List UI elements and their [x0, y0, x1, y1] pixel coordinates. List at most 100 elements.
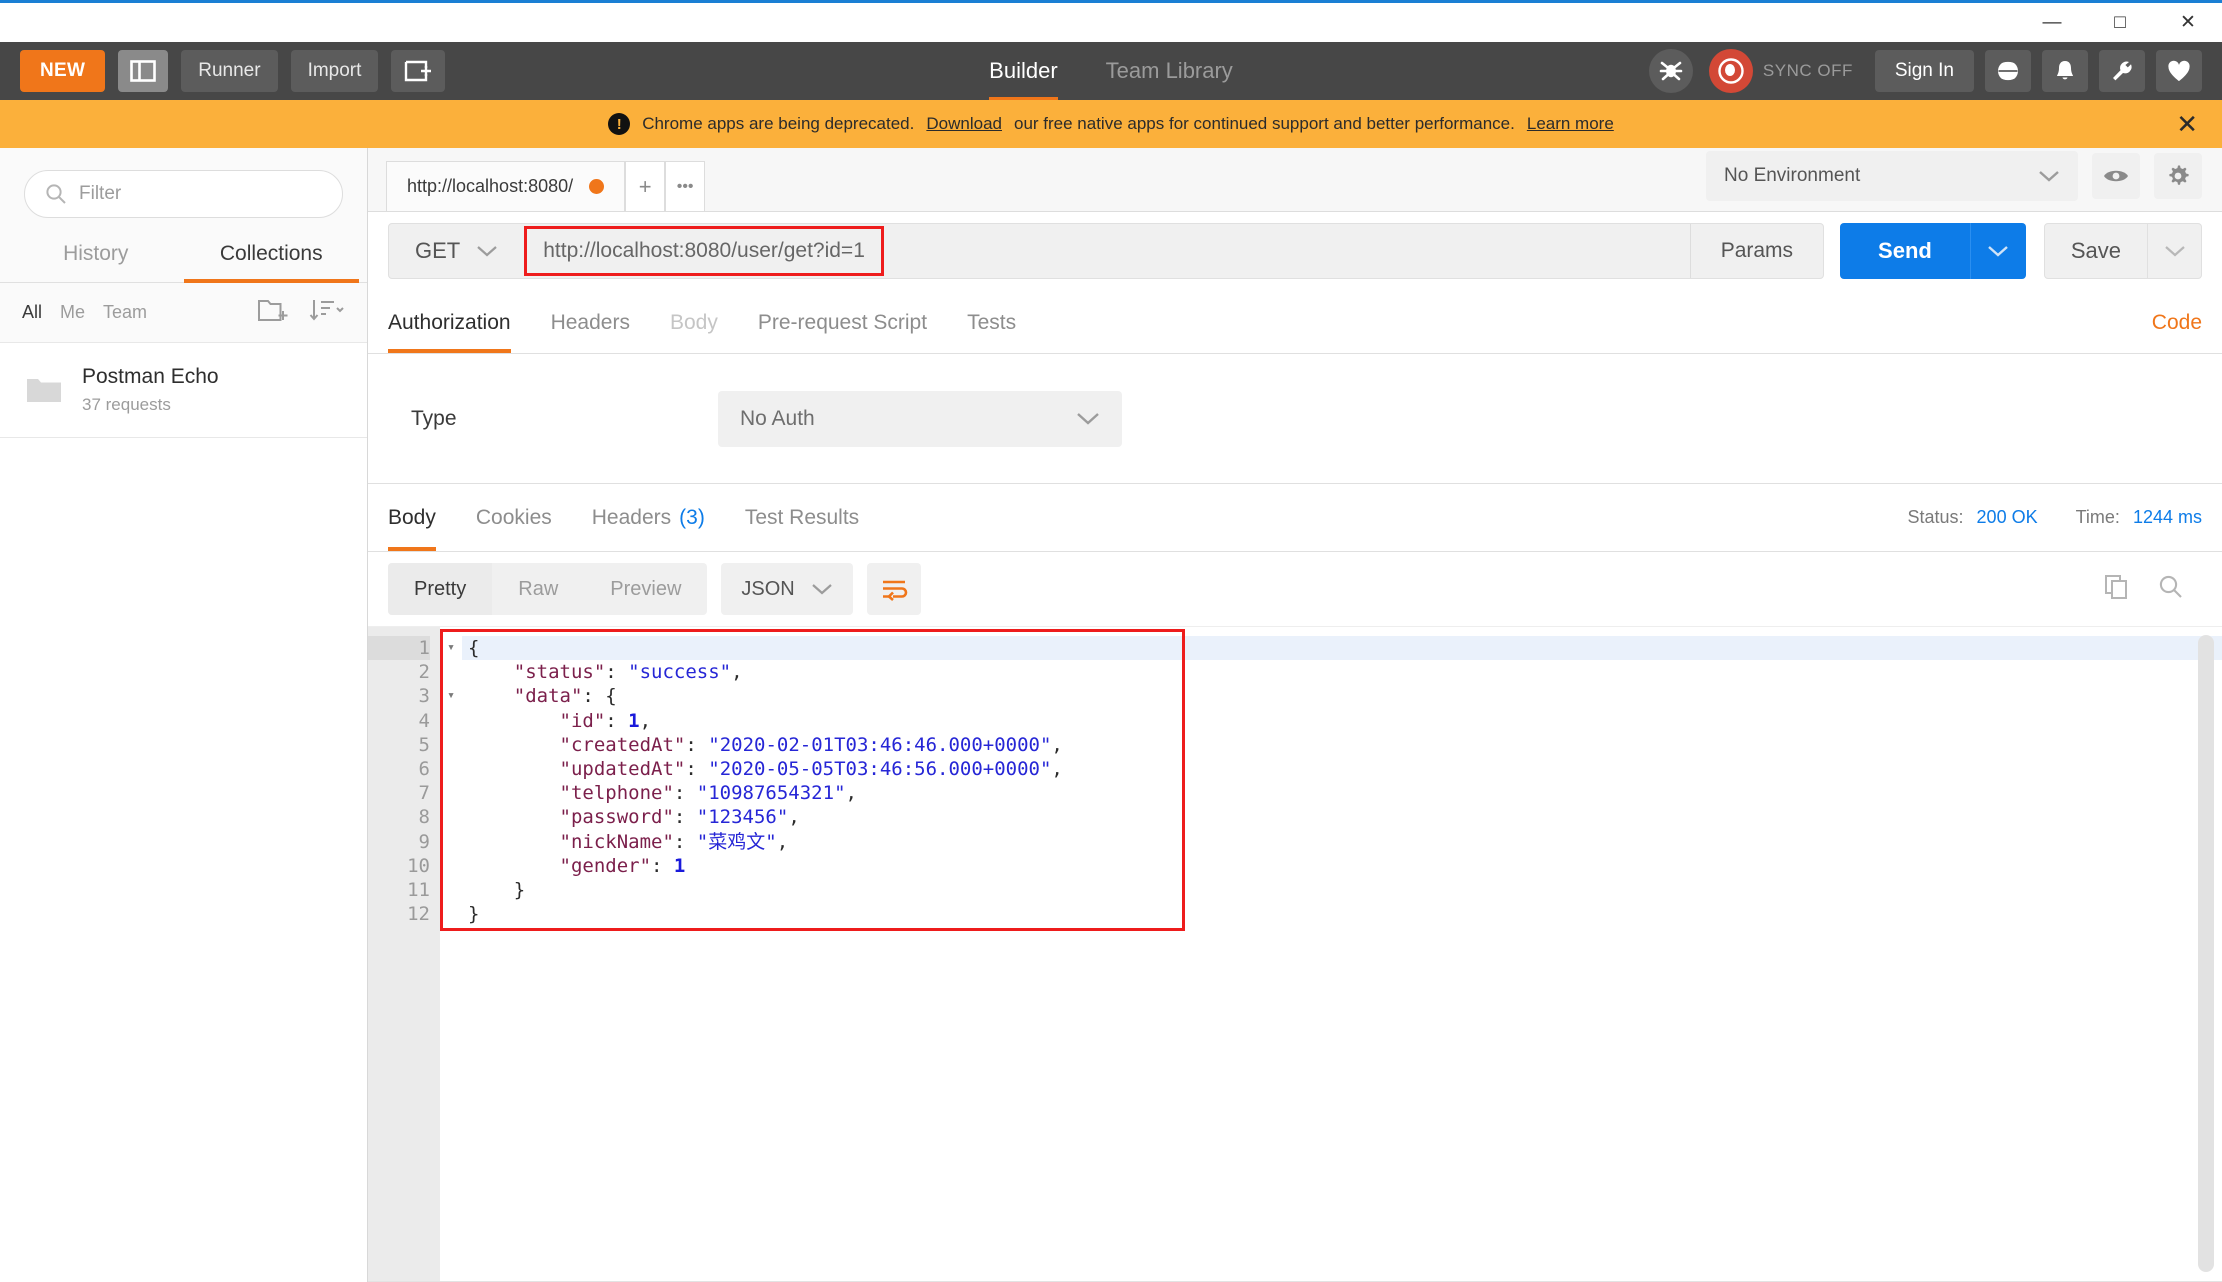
- fold-toggle-icon[interactable]: ▾: [440, 684, 462, 708]
- tab-authorization[interactable]: Authorization: [388, 292, 511, 353]
- environment-settings-button[interactable]: [2154, 153, 2202, 199]
- code-token: "createdAt": [559, 733, 686, 756]
- code-line: }: [462, 902, 2222, 926]
- notifications-button[interactable]: [2042, 50, 2088, 92]
- code-line: "nickName": "菜鸡文",: [462, 830, 2222, 854]
- new-tab-button[interactable]: [391, 50, 446, 92]
- code-token: :: [685, 733, 709, 756]
- tab-pre-request-script[interactable]: Pre-request Script: [758, 292, 927, 353]
- response-tab-test-results[interactable]: Test Results: [745, 484, 859, 551]
- code-link[interactable]: Code: [2152, 311, 2202, 335]
- response-tabs: Body Cookies Headers (3) Test Results St…: [368, 484, 2222, 552]
- response-headers-count: (3): [679, 505, 705, 529]
- code-token: "password": [559, 806, 674, 829]
- response-tab-headers[interactable]: Headers (3): [592, 484, 705, 551]
- code-token: "2020-02-01T03:46:46.000+0000": [708, 733, 1052, 756]
- banner-learn-more-link[interactable]: Learn more: [1527, 114, 1614, 134]
- sidebar-tab-collections[interactable]: Collections: [183, 230, 360, 283]
- url-group: GET http://localhost:8080/user/get?id=1 …: [388, 223, 1825, 279]
- response-scrollbar[interactable]: [2198, 635, 2214, 1272]
- scope-filter-me[interactable]: Me: [60, 302, 85, 323]
- bug-button[interactable]: [1648, 49, 1693, 93]
- environment-select[interactable]: No Environment: [1706, 151, 2078, 201]
- line-number: 1: [368, 636, 430, 661]
- code-token: }: [468, 903, 480, 926]
- save-button-group: Save: [2043, 223, 2202, 279]
- code-token: :: [673, 782, 697, 805]
- scope-filter-all[interactable]: All: [22, 302, 42, 323]
- save-options-button[interactable]: [2148, 223, 2202, 279]
- sync-status[interactable]: SYNC OFF: [1708, 49, 1853, 93]
- response-format-row: Pretty Raw Preview JSON: [368, 552, 2222, 626]
- line-number: 2: [418, 661, 430, 684]
- response-format-select[interactable]: JSON: [721, 563, 853, 615]
- view-mode-raw[interactable]: Raw: [492, 563, 584, 615]
- code-fold-column[interactable]: ▾ ▾: [440, 627, 462, 1282]
- new-folder-button[interactable]: [257, 297, 291, 328]
- window-close-button[interactable]: ✕: [2154, 3, 2222, 42]
- response-tab-cookies[interactable]: Cookies: [476, 484, 552, 551]
- params-button[interactable]: Params: [1689, 224, 1823, 278]
- list-item[interactable]: Postman Echo 37 requests: [0, 343, 367, 438]
- chevron-down-icon: [1988, 246, 2009, 257]
- settings-wrench-button[interactable]: [2099, 50, 2145, 92]
- runner-button[interactable]: Runner: [181, 50, 278, 92]
- sort-button[interactable]: [309, 298, 345, 327]
- code-line: "gender": 1: [462, 854, 2222, 878]
- scope-filter-team[interactable]: Team: [103, 302, 147, 323]
- chevron-down-icon: [812, 584, 832, 595]
- sidebar-filter-wrap: Filter: [0, 148, 367, 230]
- send-button[interactable]: Send: [1840, 223, 1970, 279]
- view-mode-pretty[interactable]: Pretty: [388, 563, 493, 615]
- tab-tests[interactable]: Tests: [967, 292, 1016, 353]
- window-minimize-button[interactable]: —: [2018, 3, 2086, 42]
- code-line: "status": "success",: [462, 660, 2222, 684]
- window-maximize-button[interactable]: □: [2086, 3, 2154, 42]
- add-tab-button[interactable]: +: [625, 161, 666, 211]
- tab-options-button[interactable]: •••: [665, 161, 706, 211]
- send-options-button[interactable]: [1969, 223, 2026, 279]
- sidebar-toggle-button[interactable]: [118, 50, 169, 92]
- bell-icon: [2057, 61, 2073, 80]
- tab-body[interactable]: Body: [670, 292, 718, 353]
- status-key: Status:: [1907, 507, 1964, 527]
- favorites-button[interactable]: [2156, 50, 2202, 92]
- chevron-down-icon: [2164, 246, 2185, 257]
- request-tab[interactable]: http://localhost:8080/: [386, 161, 626, 211]
- globe-button[interactable]: [1985, 50, 2031, 92]
- tab-team-library[interactable]: Team Library: [1106, 42, 1233, 100]
- sidebar-tab-history[interactable]: History: [8, 230, 184, 282]
- response-tab-body[interactable]: Body: [388, 484, 436, 551]
- tab-headers[interactable]: Headers: [551, 292, 630, 353]
- code-token: ,: [788, 806, 800, 829]
- banner-download-link[interactable]: Download: [926, 114, 1002, 134]
- tab-builder[interactable]: Builder: [989, 42, 1059, 100]
- code-line: "id": 1,: [462, 709, 2222, 733]
- url-input[interactable]: http://localhost:8080/user/get?id=1: [524, 226, 884, 276]
- banner-close-button[interactable]: ✕: [2176, 111, 2198, 137]
- request-tab-strip: http://localhost:8080/ + ••• No Environm…: [368, 148, 2222, 212]
- status-badge: Status: 200 OK: [1908, 507, 2038, 528]
- code-token: "status": [513, 661, 606, 684]
- auth-type-select[interactable]: No Auth: [718, 390, 1122, 447]
- sign-in-button[interactable]: Sign In: [1874, 50, 1974, 92]
- word-wrap-button[interactable]: [866, 563, 921, 615]
- response-body-code[interactable]: { "status": "success", "data": { "id": 1…: [462, 627, 2222, 1282]
- copy-button[interactable]: [2104, 574, 2130, 605]
- filter-placeholder: Filter: [79, 183, 122, 204]
- view-mode-preview[interactable]: Preview: [584, 563, 707, 615]
- collection-meta: 37 requests: [82, 395, 171, 414]
- save-button[interactable]: Save: [2043, 223, 2148, 279]
- search-response-button[interactable]: [2158, 574, 2184, 605]
- bug-icon: [1659, 61, 1683, 81]
- code-token: "123456": [696, 806, 789, 829]
- import-button[interactable]: Import: [290, 50, 379, 92]
- method-select[interactable]: GET: [389, 224, 524, 278]
- new-button[interactable]: NEW: [20, 50, 106, 92]
- fold-toggle-icon[interactable]: ▾: [440, 636, 462, 660]
- environment-quick-look-button[interactable]: [2092, 153, 2140, 199]
- filter-input[interactable]: Filter: [24, 170, 343, 218]
